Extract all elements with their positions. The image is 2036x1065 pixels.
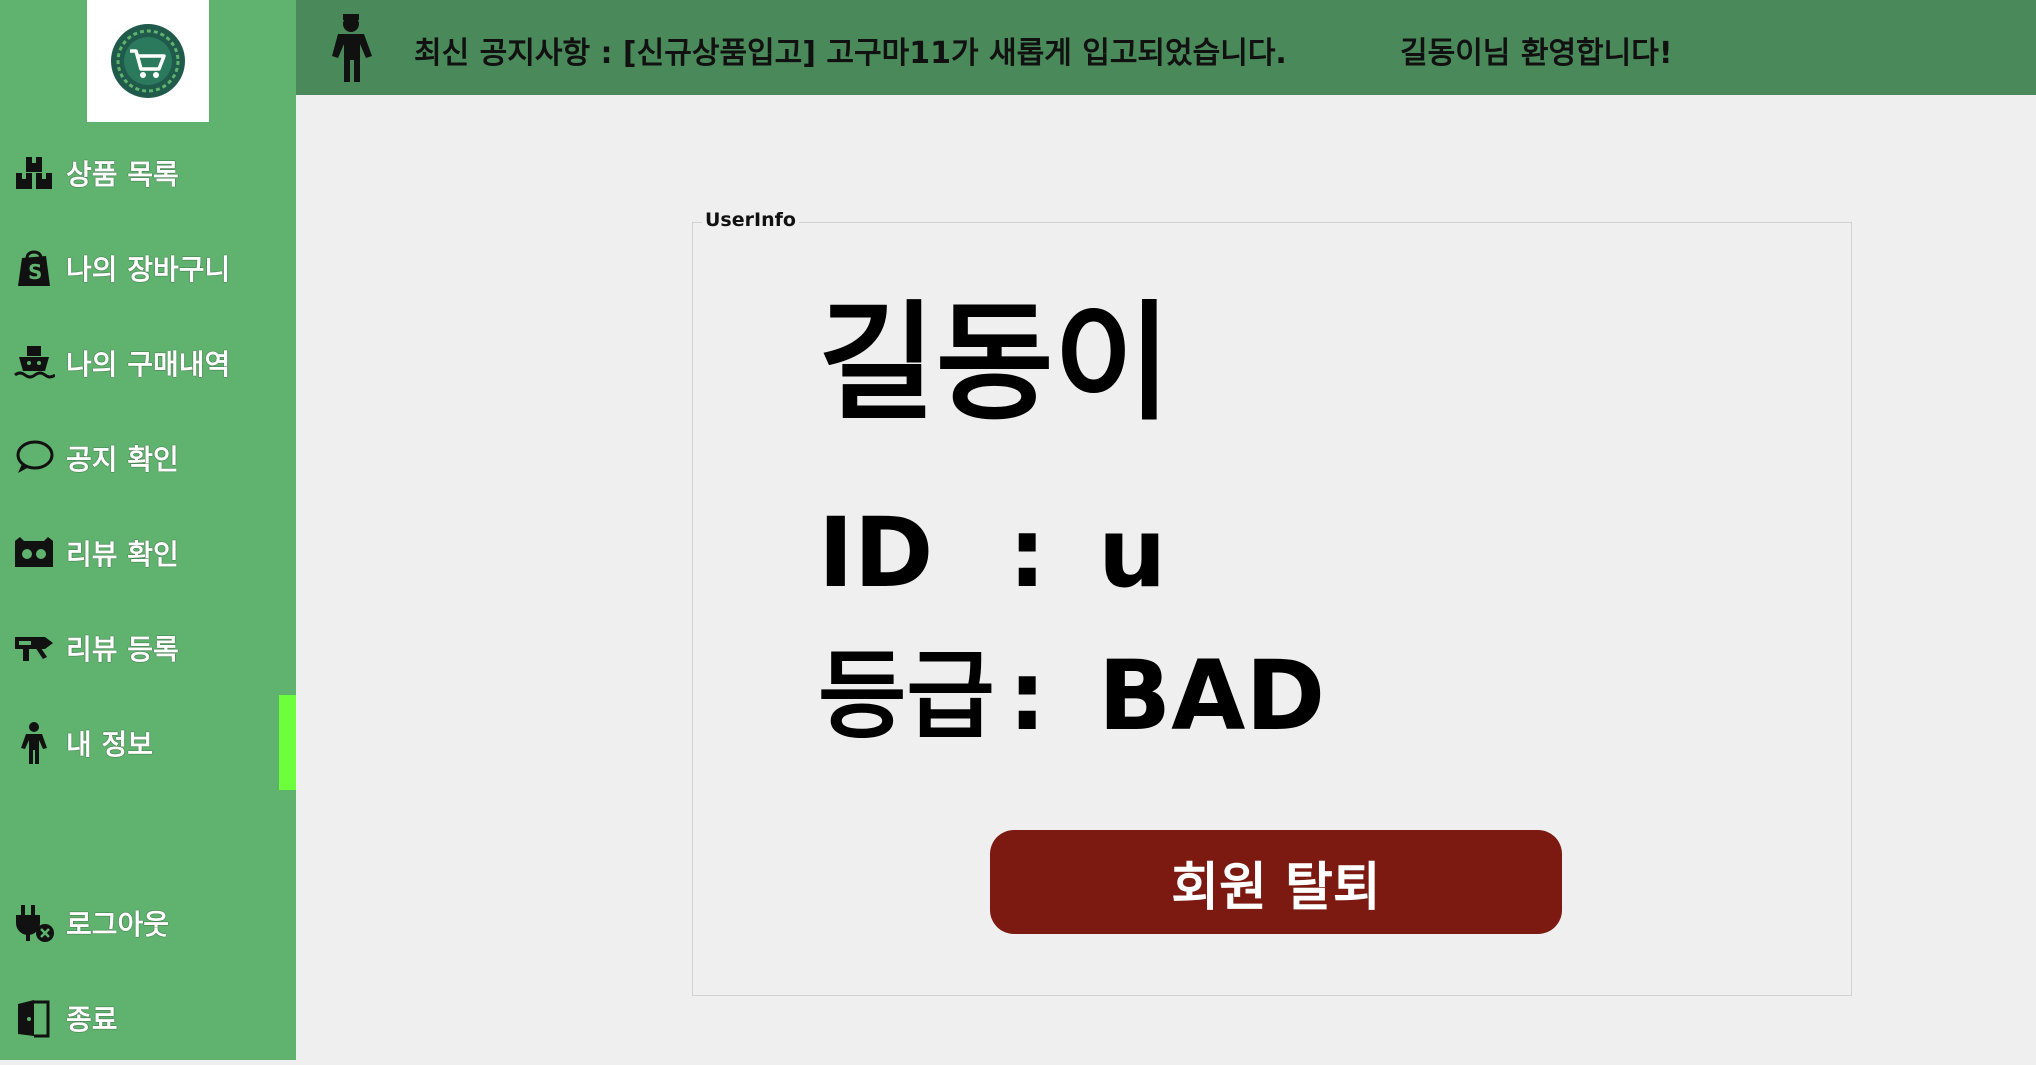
- exit-label: 종료: [66, 1002, 118, 1036]
- person-icon: [332, 14, 372, 82]
- plug-logout-icon: [12, 901, 56, 945]
- id-colon: :: [1008, 497, 1047, 609]
- boxes-icon: [12, 151, 56, 195]
- sidebar-item-product-list[interactable]: 상품 목록: [0, 125, 296, 220]
- sidebar: 상품 목록 S 나의 장바구니 나의 구매내역 공지 확인 리뷰 확인 리뷰 등…: [0, 0, 296, 1060]
- sidebar-item-purchase-history[interactable]: 나의 구매내역: [0, 315, 296, 410]
- svg-text:S: S: [28, 260, 42, 284]
- grade-value: BAD: [1098, 640, 1326, 752]
- user-id-row: ID : u: [818, 505, 1166, 601]
- group-title: UserInfo: [702, 209, 799, 231]
- sidebar-item-notices[interactable]: 공지 확인: [0, 410, 296, 505]
- sidebar-item-label: 나의 구매내역: [66, 347, 231, 381]
- sidebar-item-my-info[interactable]: 내 정보: [0, 695, 296, 790]
- shopping-cart-logo-icon: [111, 24, 185, 98]
- review-write-icon: [12, 626, 56, 670]
- top-bar: 최신 공지사항 : [신규상품입고] 고구마11가 새롭게 입고되었습니다. 길…: [296, 0, 2036, 95]
- app-logo: [87, 0, 209, 122]
- exit-button[interactable]: 종료: [0, 970, 296, 1065]
- shopping-bag-icon: S: [12, 246, 56, 290]
- sidebar-item-reviews[interactable]: 리뷰 확인: [0, 505, 296, 600]
- ship-icon: [12, 341, 56, 385]
- latest-notice-text: 최신 공지사항 : [신규상품입고] 고구마11가 새롭게 입고되었습니다.: [414, 36, 1287, 71]
- grade-colon: :: [1008, 640, 1047, 752]
- sidebar-item-write-review[interactable]: 리뷰 등록: [0, 600, 296, 695]
- withdraw-membership-button[interactable]: 회원 탈퇴: [990, 830, 1562, 934]
- sidebar-item-label: 공지 확인: [66, 442, 179, 476]
- door-exit-icon: [12, 996, 56, 1040]
- user-grade-row: 등급 : BAD: [818, 648, 1325, 744]
- chat-bubble-icon: [12, 436, 56, 480]
- review-icon: [12, 531, 56, 575]
- logout-button[interactable]: 로그아웃: [0, 875, 296, 970]
- id-value: u: [1098, 497, 1167, 609]
- logout-label: 로그아웃: [66, 907, 170, 941]
- sidebar-item-my-cart[interactable]: S 나의 장바구니: [0, 220, 296, 315]
- id-label: ID: [818, 497, 934, 609]
- grade-label: 등급: [818, 640, 995, 752]
- sidebar-item-label: 나의 장바구니: [66, 252, 231, 286]
- sidebar-item-label: 리뷰 등록: [66, 632, 179, 666]
- person-icon: [12, 721, 56, 765]
- sidebar-item-label: 내 정보: [66, 727, 154, 761]
- active-indicator: [279, 695, 296, 790]
- sidebar-item-label: 리뷰 확인: [66, 537, 179, 571]
- sidebar-item-label: 상품 목록: [66, 157, 179, 191]
- user-name: 길동이: [818, 289, 1172, 438]
- welcome-text: 길동이님 환영합니다!: [1400, 36, 1673, 71]
